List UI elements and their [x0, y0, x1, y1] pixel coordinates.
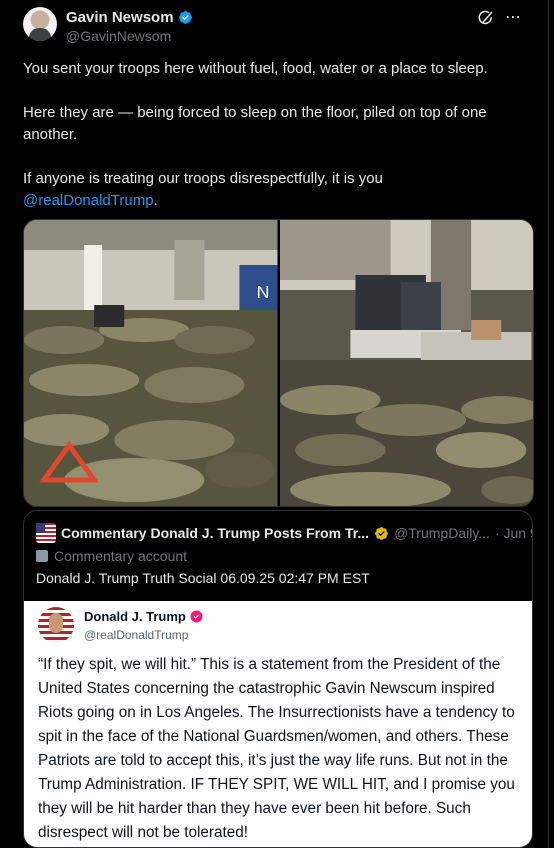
paragraph-3-end: . — [153, 192, 158, 209]
quoted-account-name[interactable]: Commentary Donald J. Trump Posts From Tr… — [61, 525, 369, 541]
quoted-post-date[interactable]: · Jun 9 — [495, 525, 532, 541]
inner-author-name: Donald J. Trump — [84, 609, 186, 624]
header-actions: ⋯ — [477, 9, 522, 27]
photo-troops-security-area[interactable] — [279, 220, 533, 506]
parody-mask-icon — [36, 550, 48, 562]
paragraph-3-text: If anyone is treating our troops disresp… — [23, 170, 383, 187]
quoted-account-handle[interactable]: @TrumpDaily... — [394, 525, 490, 541]
more-icon[interactable]: ⋯ — [505, 9, 522, 27]
inner-post-text: “If they spit, we will hit.” This is a s… — [38, 656, 515, 841]
grok-icon[interactable] — [477, 9, 495, 27]
verified-badge-icon — [178, 11, 192, 24]
post-container: Gavin Newsom @GavinNewsom ⋯ You sent you… — [0, 0, 549, 848]
commentary-account-label: Commentary account — [36, 548, 187, 564]
post-paragraph-2: Here they are — being forced to sleep on… — [23, 104, 487, 143]
pink-verified-badge-icon — [190, 610, 203, 623]
commentary-label-text: Commentary account — [54, 548, 188, 564]
author-avatar[interactable] — [23, 7, 57, 41]
quoted-image-truth-post[interactable]: Donald J. Trump @realDonaldTrump “If the… — [24, 601, 532, 847]
quoted-post-header: Commentary Donald J. Trump Posts From Tr… — [36, 523, 532, 543]
post-paragraph-3: If anyone is treating our troops disresp… — [23, 168, 533, 212]
sign-letter: N — [256, 282, 269, 302]
photo-grid: N — [23, 219, 534, 507]
photo-troops-hallway[interactable]: N — [24, 220, 278, 506]
quoted-post-text: Donald J. Trump Truth Social 06.09.25 02… — [36, 570, 370, 586]
inner-author-row: Donald J. Trump — [84, 609, 203, 624]
gold-verified-badge-icon — [375, 526, 388, 540]
author-name[interactable]: Gavin Newsom — [66, 9, 174, 26]
inner-author-handle: @realDonaldTrump — [84, 628, 189, 642]
author-name-row[interactable]: Gavin Newsom — [66, 9, 193, 26]
mention-link[interactable]: @realDonaldTrump — [23, 192, 154, 209]
quoted-post[interactable]: Commentary Donald J. Trump Posts From Tr… — [23, 510, 533, 848]
trump-avatar — [38, 607, 74, 643]
author-handle[interactable]: @GavinNewsom — [66, 28, 171, 44]
post-paragraph-1: You sent your troops here without fuel, … — [23, 60, 488, 77]
quoted-account-avatar[interactable] — [36, 523, 56, 543]
post-text: You sent your troops here without fuel, … — [23, 58, 533, 212]
